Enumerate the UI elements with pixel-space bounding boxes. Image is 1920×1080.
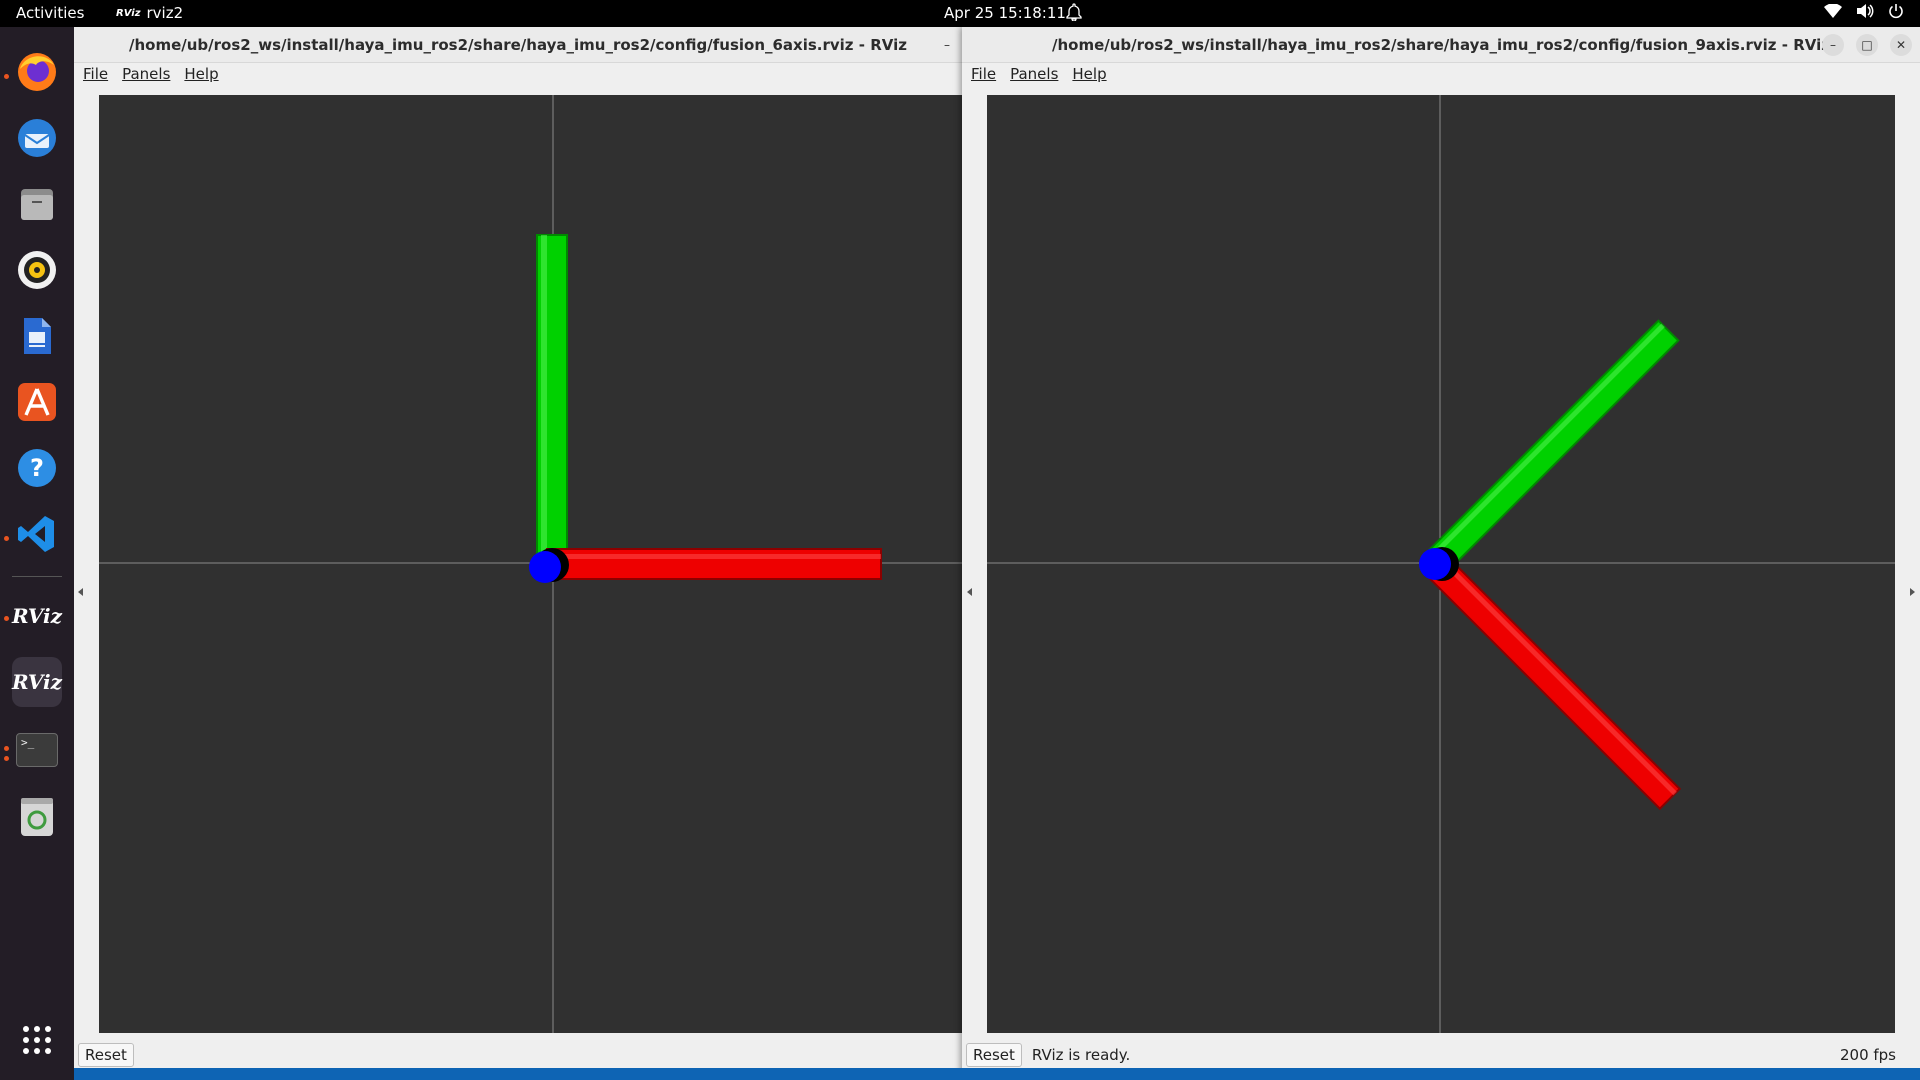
- running-indicator: [4, 536, 9, 541]
- right-panel-collapse-arrow[interactable]: [1910, 588, 1915, 596]
- status-bar: Reset RViz is ready. 200 fps: [962, 1042, 1920, 1068]
- x-axis-highlight: [547, 554, 881, 559]
- wifi-icon: [1824, 3, 1842, 22]
- y-axis-bar: [1423, 319, 1680, 576]
- x-axis-bar: [1423, 552, 1682, 811]
- app-menu[interactable]: RViz rviz2: [116, 4, 183, 22]
- menu-panels[interactable]: Panels: [122, 63, 170, 85]
- svg-text:?: ?: [30, 454, 44, 482]
- z-axis-cap: [529, 551, 561, 583]
- z-axis-cap: [1419, 548, 1451, 580]
- render-area: [99, 95, 963, 1033]
- system-tray[interactable]: [1824, 3, 1904, 23]
- thunderbird-icon[interactable]: [12, 113, 62, 163]
- left-panel-collapse-arrow[interactable]: [78, 588, 83, 596]
- rviz-logo: RViz: [11, 670, 63, 694]
- menu-bar: File Panels Help: [74, 63, 962, 85]
- running-indicator: [4, 756, 9, 761]
- rhythmbox-icon[interactable]: [12, 245, 62, 295]
- show-apps-icon[interactable]: [12, 1015, 62, 1065]
- power-icon: [1888, 3, 1904, 23]
- running-indicator: [4, 74, 9, 79]
- rviz-logo: RViz: [11, 604, 63, 628]
- app-center-icon[interactable]: [12, 377, 62, 427]
- render-area: [987, 95, 1895, 1033]
- app-menu-label: rviz2: [146, 4, 184, 22]
- reset-button[interactable]: Reset: [966, 1043, 1022, 1067]
- window-controls: –: [936, 34, 958, 56]
- x-axis-bar: [546, 548, 882, 580]
- minimize-button[interactable]: –: [936, 34, 958, 56]
- activities-button[interactable]: Activities: [16, 4, 84, 22]
- menu-help[interactable]: Help: [184, 63, 218, 85]
- terminal-glyph: >_: [16, 733, 58, 767]
- menu-help[interactable]: Help: [1072, 63, 1106, 85]
- 3d-viewport[interactable]: [99, 95, 963, 1033]
- window-controls: – □ ✕: [1822, 34, 1912, 56]
- terminal-icon[interactable]: >_: [12, 725, 62, 775]
- libreoffice-writer-icon[interactable]: [12, 311, 62, 361]
- top-bar: Activities RViz rviz2 Apr 25 15:18:11: [0, 0, 1920, 27]
- menu-panels[interactable]: Panels: [1010, 63, 1058, 85]
- rviz-icon[interactable]: RViz: [12, 591, 62, 641]
- close-button[interactable]: ✕: [1890, 34, 1912, 56]
- files-icon[interactable]: [12, 179, 62, 229]
- status-bar: Reset: [74, 1042, 962, 1068]
- vscode-icon[interactable]: [12, 509, 62, 559]
- reset-button[interactable]: Reset: [78, 1043, 134, 1067]
- menu-bar: File Panels Help: [962, 63, 1920, 85]
- running-indicator: [4, 616, 9, 621]
- y-axis-group: [1423, 319, 1680, 576]
- menu-file[interactable]: File: [971, 63, 996, 85]
- y-axis-highlight: [1427, 323, 1665, 561]
- volume-icon: [1856, 3, 1874, 23]
- help-icon[interactable]: ?: [12, 443, 62, 493]
- dock: ? RViz RViz >_: [0, 27, 74, 1080]
- notification-bell-icon[interactable]: [1066, 3, 1082, 25]
- left-panel-collapse-arrow[interactable]: [967, 588, 972, 596]
- maximize-button[interactable]: □: [1856, 34, 1878, 56]
- window-title: /home/ub/ros2_ws/install/haya_imu_ros2/s…: [74, 27, 962, 63]
- rviz-icon-active[interactable]: RViz: [12, 657, 62, 707]
- clock[interactable]: Apr 25 15:18:11: [944, 4, 1066, 22]
- status-text: RViz is ready.: [1031, 1046, 1131, 1064]
- menu-file[interactable]: File: [83, 63, 108, 85]
- background-editor-status-strip: [74, 1068, 1920, 1080]
- 3d-viewport[interactable]: [987, 95, 1895, 1033]
- firefox-icon[interactable]: [12, 47, 62, 97]
- window-title: /home/ub/ros2_ws/install/haya_imu_ros2/s…: [962, 27, 1920, 63]
- rviz-window-9axis: /home/ub/ros2_ws/install/haya_imu_ros2/s…: [962, 27, 1920, 1080]
- x-axis-group: [1423, 552, 1682, 811]
- y-axis-highlight: [541, 235, 547, 567]
- rviz-window-6axis: /home/ub/ros2_ws/install/haya_imu_ros2/s…: [74, 27, 963, 1080]
- fps-counter: 200 fps: [1839, 1046, 1896, 1064]
- rviz-small-icon: RViz: [116, 7, 141, 19]
- minimize-button[interactable]: –: [1822, 34, 1844, 56]
- x-axis-highlight: [1438, 556, 1677, 796]
- trash-icon[interactable]: [12, 791, 62, 841]
- running-indicator: [4, 746, 9, 751]
- dock-separator: [12, 576, 62, 577]
